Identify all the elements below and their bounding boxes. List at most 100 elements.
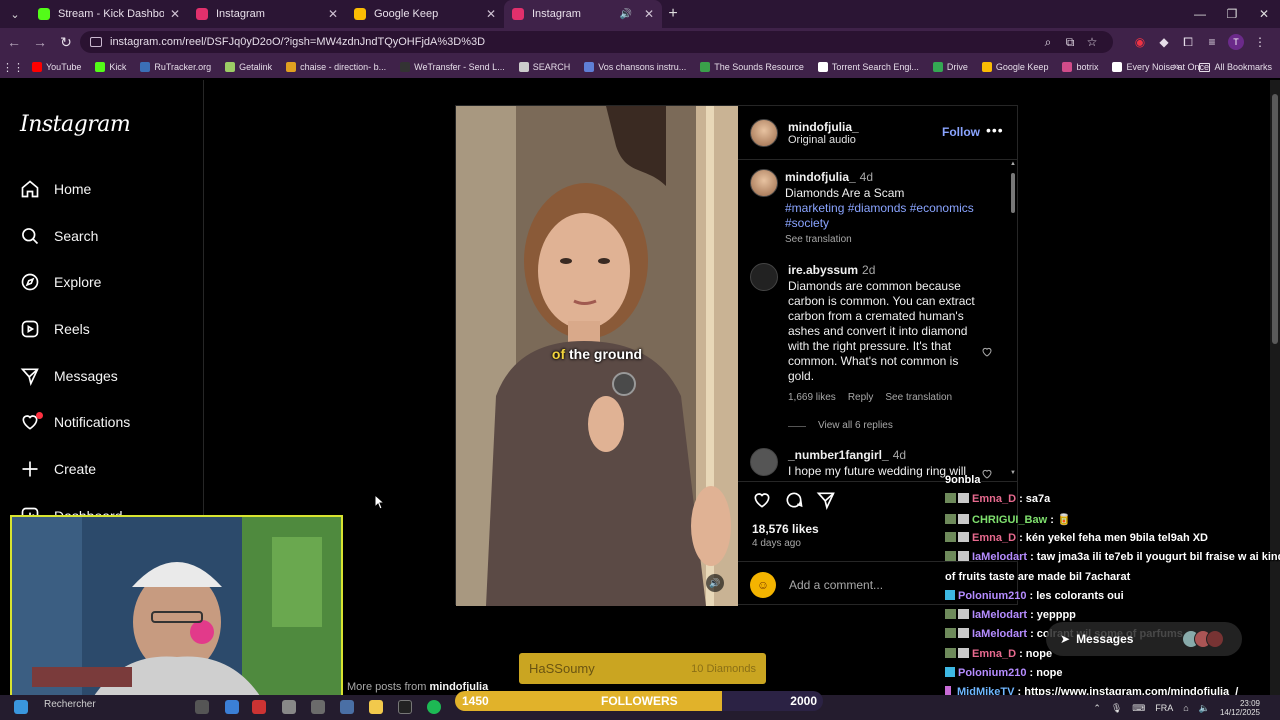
minimize-button[interactable]: — [1184,0,1216,28]
comment-avatar[interactable] [750,448,778,476]
bookmark-item[interactable]: Getalink [225,62,272,72]
more-options-icon[interactable]: ••• [986,122,1004,138]
extension-icon[interactable]: ◉ [1128,35,1152,49]
comment-username[interactable]: _number1fangirl_ [788,448,889,462]
comments-scrollbar[interactable]: ▲ ▼ [1010,161,1016,476]
tab-audio-icon[interactable]: 🔊 [619,9,631,20]
chat-username[interactable]: IaMelodart [972,628,1027,640]
app-icon[interactable] [340,700,354,714]
nav-notifications[interactable]: Notifications [20,412,130,432]
site-info-icon[interactable] [90,37,102,47]
bookmark-item[interactable]: botrix [1062,62,1098,72]
nav-messages[interactable]: Messages [20,366,118,386]
restore-button[interactable]: ❐ [1216,0,1248,28]
caption-avatar[interactable] [750,169,778,197]
puzzle-icon[interactable]: ⧠ [1176,35,1200,50]
windows-start-icon[interactable] [14,700,28,714]
comment-avatar[interactable] [750,263,778,291]
live-app-icon[interactable] [398,700,412,714]
chat-username[interactable]: CHRIGUI_Baw [972,514,1047,526]
page-scroll-thumb[interactable] [1272,94,1278,344]
mic-icon[interactable]: 🎙 [1111,703,1122,714]
bookmark-item[interactable]: chaise - direction- b... [286,62,386,72]
extension-diamond-icon[interactable]: ◆ [1152,35,1176,49]
chat-username[interactable]: Polonium210 [958,667,1026,679]
share-icon[interactable] [816,490,836,510]
comment-like-icon[interactable] [981,346,993,358]
scroll-up-icon[interactable]: ▲ [1010,161,1016,167]
spotify-icon[interactable] [427,700,441,714]
clock[interactable]: 23:09 14/12/2025 [1220,699,1260,717]
taskbar-search[interactable]: Rechercher [44,699,96,710]
chat-username[interactable]: 9onbla [945,474,980,486]
tab-search-button[interactable]: ⌄ [4,4,26,24]
task-view-icon[interactable] [195,700,209,714]
chat-username[interactable]: Emna_D [972,532,1016,544]
browser-tab[interactable]: Stream - Kick Dashboard ✕ [30,0,188,28]
bookmark-item[interactable]: The Sounds Resource [700,62,804,72]
nav-search[interactable]: Search [20,226,98,246]
chat-username[interactable]: Emna_D [972,648,1016,660]
chat-username[interactable]: Emna_D [972,493,1016,505]
tab-close-icon[interactable]: ✕ [170,7,180,21]
bookmark-item[interactable]: RuTracker.org [140,62,211,72]
apps-grid-icon[interactable]: ⋮⋮ [0,61,26,74]
chat-username[interactable]: IaMelodart [972,551,1027,563]
opera-icon[interactable] [252,700,266,714]
likes-count[interactable]: 18,576 likes [752,522,819,536]
bookmarks-overflow-icon[interactable]: » [1173,61,1179,73]
mute-icon[interactable]: 🔊 [706,574,724,592]
forward-button[interactable]: → [28,30,52,54]
bookmark-item[interactable]: Kick [95,62,126,72]
reply-button[interactable]: Reply [848,392,874,403]
instagram-logo[interactable]: Instagram [20,112,131,137]
audio-label[interactable]: Original audio [788,134,856,146]
view-replies[interactable]: View all 6 replies [788,420,893,431]
caption-username[interactable]: mindofjulia_ [785,170,856,184]
bookmark-star-icon[interactable]: ☆ [1081,35,1103,49]
install-icon[interactable]: ⧉ [1059,35,1081,50]
comment-translate[interactable]: See translation [885,392,952,403]
zoom-icon[interactable]: ⌕ [1037,35,1059,50]
comment-username[interactable]: ire.abyssum [788,263,858,277]
media-controls-icon[interactable]: ≡ [1200,35,1224,49]
tray-chevron-icon[interactable]: ⌃ [1093,703,1101,714]
chat-username[interactable]: Polonium210 [958,590,1026,602]
like-icon[interactable] [752,490,772,510]
browser-tab[interactable]: Instagram ✕ [188,0,346,28]
follow-button[interactable]: Follow [942,125,980,139]
close-window-button[interactable]: ✕ [1248,0,1280,28]
app-icon[interactable] [311,700,325,714]
bookmark-item[interactable]: WeTransfer - Send L... [400,62,505,72]
caption-hashtags[interactable]: #marketing #diamonds #economics #society [785,201,985,231]
browser-tab[interactable]: Instagram 🔊 ✕ [504,0,662,28]
file-explorer-icon[interactable] [369,700,383,714]
caption-translate[interactable]: See translation [785,234,852,245]
network-icon[interactable]: ⌂ [1183,703,1188,713]
keyboard-icon[interactable]: ⌨ [1132,703,1145,714]
bookmark-item[interactable]: Vos chansons instru... [584,62,686,72]
reel-video[interactable]: of the ground 🔊 [456,106,738,606]
browser-tab[interactable]: Google Keep ✕ [346,0,504,28]
bookmark-item[interactable]: SEARCH [518,62,570,72]
tab-close-icon[interactable]: ✕ [486,7,496,21]
all-bookmarks[interactable]: All Bookmarks [1214,62,1272,72]
comment-likes[interactable]: 1,669 likes [788,392,836,403]
author-username[interactable]: mindofjulia_ [788,120,859,134]
language-indicator[interactable]: FRA [1155,703,1173,713]
bookmark-item[interactable]: Drive [932,62,968,72]
nav-explore[interactable]: Explore [20,272,101,292]
nav-home[interactable]: Home [20,179,91,199]
emoji-icon[interactable]: ☺ [750,572,776,598]
comment-input[interactable]: Add a comment... [789,578,883,592]
bookmark-item[interactable]: Torrent Search Engi... [817,62,919,72]
messages-popup[interactable]: ➤ Messages [1046,622,1242,656]
nav-reels[interactable]: Reels [20,319,90,339]
menu-icon[interactable]: ⋮ [1248,35,1272,49]
bookmark-item[interactable]: YouTube [32,62,81,72]
edge-icon[interactable] [225,700,239,714]
comment-icon[interactable] [784,490,804,510]
chat-username[interactable]: IaMelodart [972,609,1027,621]
app-icon[interactable] [282,700,296,714]
new-tab-button[interactable]: + [662,3,684,25]
